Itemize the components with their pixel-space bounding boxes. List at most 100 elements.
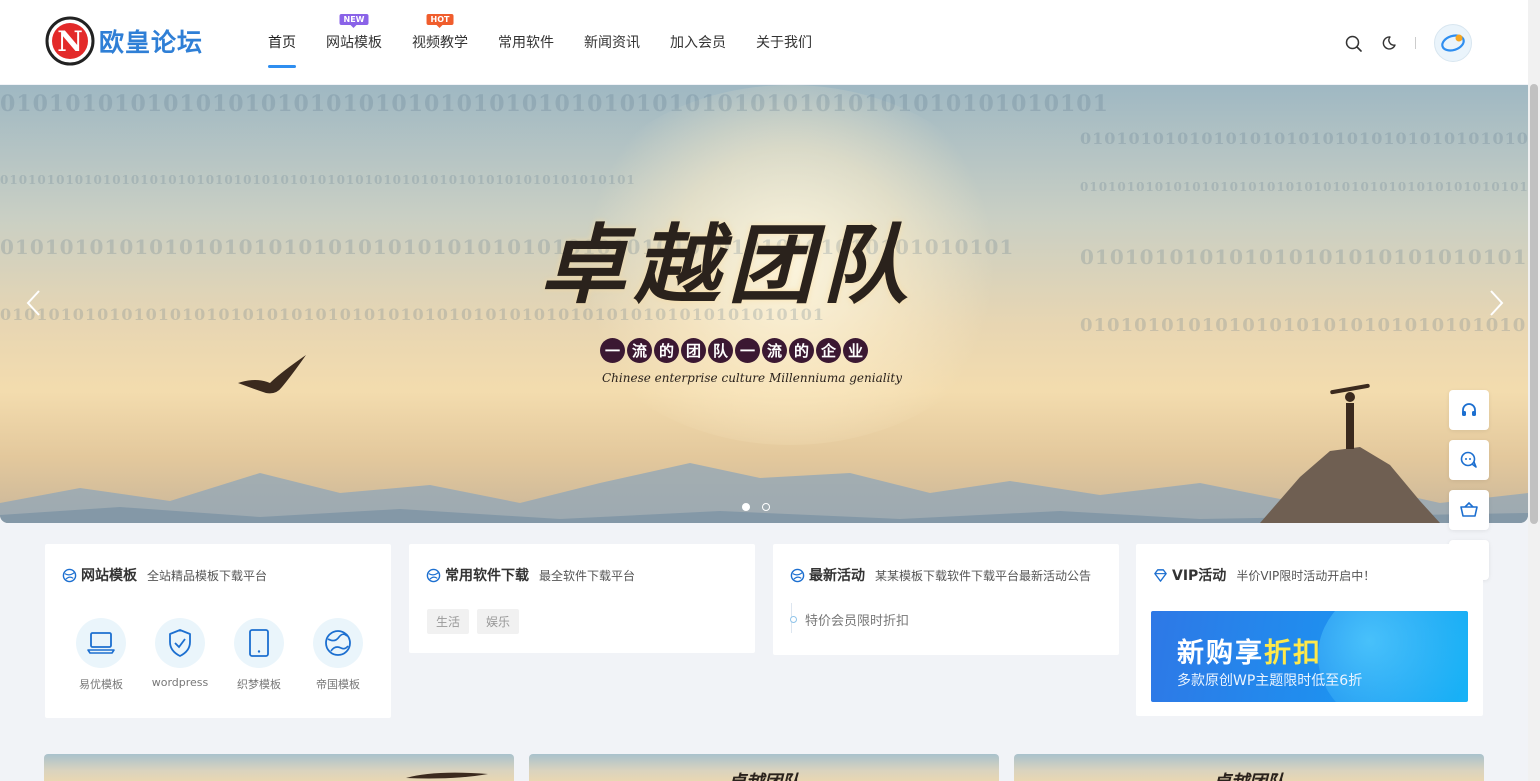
globe-icon — [62, 568, 77, 582]
banner-dot-1[interactable] — [742, 503, 750, 511]
subtitle-char: 流 — [627, 338, 652, 363]
subtitle-char: 企 — [816, 338, 841, 363]
subtitle-char: 队 — [708, 338, 733, 363]
tag-life[interactable]: 生活 — [427, 609, 470, 634]
nav-item-label: 关于我们 — [756, 35, 812, 51]
card-header: 常用软件下载 最全软件下载平台 — [426, 565, 635, 585]
activity-text: 特价会员限时折扣 — [805, 614, 910, 629]
scrollbar-thumb[interactable] — [1530, 84, 1538, 524]
binary-pattern: 0101010101010101010101010101010101010101… — [1080, 129, 1528, 148]
site-logo[interactable]: N 欧皇论坛 — [45, 16, 203, 66]
software-card: 常用软件下载 最全软件下载平台 生活 娱乐 — [409, 544, 755, 653]
search-icon[interactable] — [1343, 33, 1363, 53]
subtitle-char: 一 — [735, 338, 760, 363]
diamond-icon — [1154, 568, 1167, 582]
nav-item-software[interactable]: 常用软件 — [498, 0, 554, 84]
post-thumbnail-title: 卓越团队 — [1213, 768, 1285, 781]
subtitle-char: 一 — [600, 338, 625, 363]
timeline-dot — [790, 616, 797, 623]
vip-headline-highlight: 折扣 — [1264, 638, 1322, 669]
post-thumbnail-title: 卓越团队 — [728, 768, 800, 781]
card-title[interactable]: 最新活动 — [809, 565, 865, 585]
nav-item-label: 首页 — [268, 35, 296, 51]
nav-item-about[interactable]: 关于我们 — [756, 0, 812, 84]
vip-subline: 多款原创WP主题限时低至6折 — [1177, 673, 1363, 689]
site-header: N 欧皇论坛 首页 NEW 网站模板 HOT 视频教学 常用软件 新闻资讯 加入… — [0, 0, 1528, 84]
chat-icon[interactable] — [1449, 440, 1489, 480]
category-label: 织梦模板 — [237, 678, 281, 691]
headset-icon[interactable] — [1449, 390, 1489, 430]
tablet-icon — [234, 618, 284, 668]
header-tools — [1327, 24, 1472, 62]
card-desc: 某某模板下载软件下载平台最新活动公告 — [875, 568, 1092, 583]
post-thumbnail-3[interactable]: 卓越团队 — [1014, 754, 1484, 781]
category-eyou[interactable]: 易优模板 — [73, 618, 129, 692]
binary-pattern: 0101010101010101010101010101010101010101… — [1080, 180, 1528, 194]
category-label: 帝国模板 — [316, 678, 360, 691]
banner-title: 卓越团队 — [540, 215, 916, 316]
card-title[interactable]: 网站模板 — [81, 565, 137, 585]
vip-promo-banner[interactable]: 新购享折扣 多款原创WP主题限时低至6折 — [1151, 611, 1468, 702]
nav-item-video[interactable]: HOT 视频教学 — [412, 0, 468, 84]
vip-headline: 新购享折扣 — [1177, 631, 1322, 670]
category-wordpress[interactable]: wordpress — [152, 618, 208, 692]
nav-item-join[interactable]: 加入会员 — [670, 0, 726, 84]
binary-pattern: 0101010101010101010101010101010101010101… — [0, 173, 636, 187]
subtitle-char: 流 — [762, 338, 787, 363]
subtitle-char: 的 — [654, 338, 679, 363]
user-avatar[interactable] — [1434, 24, 1472, 62]
card-header: VIP活动 半价VIP限时活动开启中！ — [1153, 565, 1375, 585]
page-scrollbar[interactable] — [1528, 0, 1540, 781]
post-thumbnail-2[interactable]: 卓越团队 — [529, 754, 999, 781]
subtitle-char: 业 — [843, 338, 868, 363]
tag-entertainment[interactable]: 娱乐 — [477, 609, 520, 634]
subtitle-char: 团 — [681, 338, 706, 363]
nav-item-templates[interactable]: NEW 网站模板 — [326, 0, 382, 84]
nav-item-home[interactable]: 首页 — [268, 0, 296, 84]
post-thumbnail-1[interactable] — [44, 754, 514, 781]
category-label: 易优模板 — [79, 678, 123, 691]
card-title[interactable]: VIP活动 — [1172, 565, 1226, 585]
vip-card: VIP活动 半价VIP限时活动开启中！ 新购享折扣 多款原创WP主题限时低至6折 — [1136, 544, 1483, 716]
nav-item-label: 新闻资讯 — [584, 35, 640, 51]
subtitle-char: 的 — [789, 338, 814, 363]
activity-item[interactable]: 特价会员限时折扣 — [790, 603, 910, 633]
card-desc: 最全软件下载平台 — [539, 568, 636, 583]
nav-item-news[interactable]: 新闻资讯 — [584, 0, 640, 84]
banner-english: Chinese enterprise culture Millenniuma g… — [602, 371, 903, 385]
tag-list: 生活 娱乐 — [427, 609, 527, 634]
card-desc: 全站精品模板下载平台 — [147, 568, 268, 583]
eagle-illustration — [406, 772, 488, 779]
vip-headline-prefix: 新购享 — [1177, 638, 1264, 669]
new-badge: NEW — [339, 14, 369, 28]
eagle-illustration — [238, 355, 306, 394]
category-empire[interactable]: 帝国模板 — [310, 618, 366, 692]
banner-next-arrow[interactable] — [1486, 285, 1506, 321]
n-logo-icon: N — [45, 16, 95, 66]
nav-item-label: 视频教学 — [412, 35, 468, 51]
activity-card: 最新活动 某某模板下载软件下载平台最新活动公告 特价会员限时折扣 — [773, 544, 1119, 655]
logo-text: 欧皇论坛 — [99, 28, 204, 57]
globe-icon — [313, 618, 363, 668]
moon-icon[interactable] — [1379, 33, 1399, 53]
binary-pattern: 0101010101010101010101010101010101010101… — [0, 91, 1109, 117]
category-dedecms[interactable]: 织梦模板 — [231, 618, 287, 692]
card-title[interactable]: 常用软件下载 — [445, 565, 529, 585]
banner-prev-arrow[interactable] — [24, 285, 44, 321]
banner-dot-2[interactable] — [762, 503, 770, 511]
shield-check-icon — [155, 618, 205, 668]
category-label: wordpress — [151, 676, 209, 689]
hero-banner[interactable]: 0101010101010101010101010101010101010101… — [0, 85, 1528, 523]
banner-subtitle: 一 流 的 团 队 一 流 的 企 业 — [600, 338, 870, 363]
nav-item-label: 网站模板 — [326, 35, 382, 51]
tool-divider — [1415, 37, 1416, 49]
card-header: 网站模板 全站精品模板下载平台 — [62, 565, 267, 585]
card-header: 最新活动 某某模板下载软件下载平台最新活动公告 — [790, 565, 1091, 585]
svg-text:N: N — [57, 25, 83, 58]
basket-icon[interactable] — [1449, 490, 1489, 530]
hot-badge: HOT — [426, 14, 454, 28]
nav-item-label: 常用软件 — [498, 35, 554, 51]
binary-pattern: 0101010101010101010101010101010101010101… — [1080, 315, 1528, 336]
rock-peak-figure — [1260, 383, 1440, 523]
card-desc: 半价VIP限时活动开启中！ — [1236, 568, 1376, 583]
